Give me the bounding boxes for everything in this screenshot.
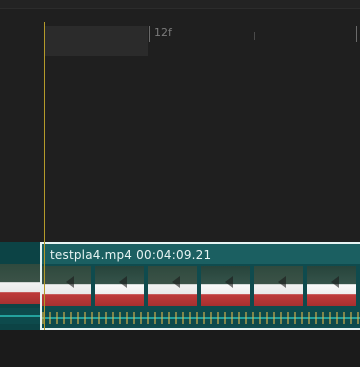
- timeline-topbar: [0, 0, 360, 9]
- ruler-tick-minor: [254, 32, 255, 40]
- video-thumbnail: [42, 266, 91, 306]
- video-thumbnail-mark-icon: [225, 276, 233, 288]
- video-clip[interactable]: testpla4.mp4 00:04:09.21: [40, 242, 360, 330]
- video-thumbnail: [148, 266, 197, 306]
- video-thumbnail: [201, 266, 250, 306]
- video-thumbnail-mark-icon: [331, 276, 339, 288]
- audio-waveform: [0, 308, 40, 324]
- clip-header[interactable]: testpla4.mp4 00:04:09.21: [42, 244, 360, 264]
- audio-line: [0, 315, 40, 317]
- video-thumbnail: [0, 264, 40, 304]
- clip-title: testpla4.mp4 00:04:09.21: [50, 248, 212, 262]
- video-thumbnail-mark-icon: [66, 276, 74, 288]
- clip-left-segment[interactable]: [0, 242, 40, 330]
- video-thumbnail-mark-icon: [172, 276, 180, 288]
- audio-peaks: [42, 312, 360, 324]
- ruler-tick-major: [149, 26, 150, 42]
- ruler-selection-range[interactable]: [44, 26, 148, 56]
- ruler-label-12f: 12f: [154, 26, 172, 39]
- timeline-empty-area: [0, 330, 360, 367]
- video-thumbnail-mark-icon: [278, 276, 286, 288]
- timeline-editor: 12f testpla4.mp4 00:04:09.21: [0, 0, 360, 367]
- video-thumbnails: [42, 266, 360, 306]
- audio-waveform: [42, 310, 360, 326]
- video-thumbnail: [307, 266, 356, 306]
- time-ruler[interactable]: 12f: [0, 22, 360, 56]
- video-thumbnail: [254, 266, 303, 306]
- video-thumbnail: [95, 266, 144, 306]
- ruler-tick-major: [356, 26, 357, 42]
- playhead-line[interactable]: [44, 22, 45, 367]
- video-thumbnail-mark-icon: [119, 276, 127, 288]
